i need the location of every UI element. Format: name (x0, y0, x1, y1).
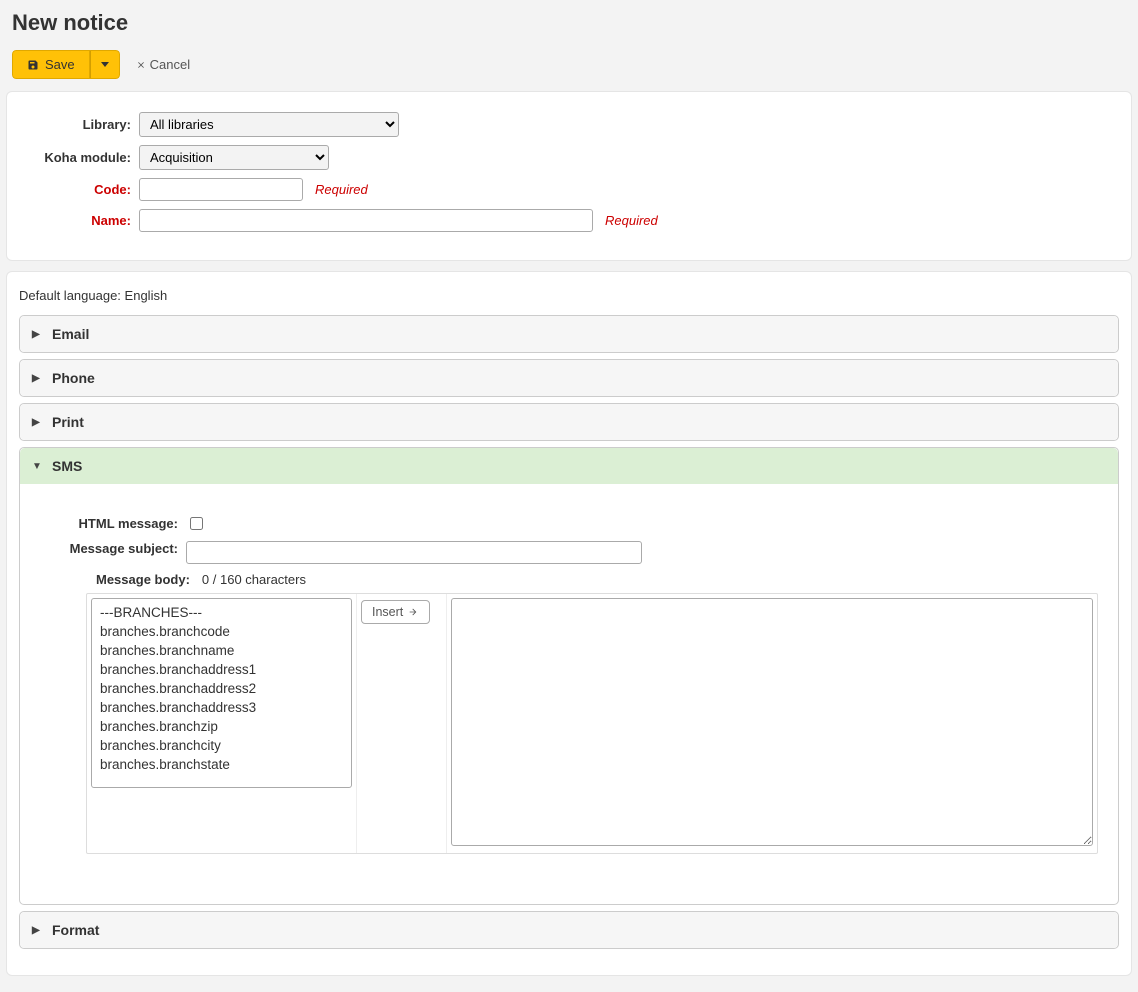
accordion-sms-body: HTML message: Message subject: Message b… (20, 484, 1118, 904)
save-icon (27, 59, 39, 71)
accordion-phone-header[interactable]: ▶ Phone (20, 360, 1118, 396)
insert-cell: Insert (357, 594, 447, 853)
default-language-value: English (125, 288, 168, 303)
caret-down-icon: ▼ (32, 461, 42, 472)
default-language-label: Default language: (19, 288, 121, 303)
field-list-cell: ---BRANCHES---branches.branchcodebranche… (87, 594, 357, 853)
save-button[interactable]: Save (12, 50, 90, 79)
html-message-label: HTML message: (40, 516, 186, 531)
message-body-editor: ---BRANCHES---branches.branchcodebranche… (86, 593, 1098, 854)
insert-button[interactable]: Insert (361, 600, 430, 624)
caret-right-icon: ▶ (32, 373, 42, 384)
save-button-label: Save (45, 57, 75, 72)
save-button-group: Save (12, 50, 120, 79)
field-option[interactable]: ---BRANCHES--- (96, 603, 347, 622)
message-body-header: Message body: 0 / 160 characters (40, 572, 1098, 587)
page-title: New notice (12, 10, 1132, 36)
field-option[interactable]: branches.branchaddress2 (96, 679, 347, 698)
accordion-print-header[interactable]: ▶ Print (20, 404, 1118, 440)
field-option[interactable]: branches.branchzip (96, 717, 347, 736)
accordion-email: ▶ Email (19, 315, 1119, 353)
cancel-button[interactable]: Cancel (130, 56, 196, 73)
library-label: Library: (27, 117, 139, 132)
name-required-hint: Required (605, 213, 658, 228)
name-input[interactable] (139, 209, 593, 232)
message-subject-input[interactable] (186, 541, 642, 564)
save-dropdown-toggle[interactable] (90, 50, 120, 79)
accordion-format-header[interactable]: ▶ Format (20, 912, 1118, 948)
code-input[interactable] (139, 178, 303, 201)
accordion-sms-title: SMS (52, 458, 82, 474)
message-body-counter: 0 / 160 characters (202, 572, 306, 587)
caret-right-icon: ▶ (32, 329, 42, 340)
module-label: Koha module: (27, 150, 139, 165)
caret-right-icon: ▶ (32, 925, 42, 936)
code-label: Code: (27, 182, 139, 197)
field-option[interactable]: branches.branchcode (96, 622, 347, 641)
accordion-sms: ▼ SMS HTML message: Message subject: Mes… (19, 447, 1119, 905)
accordion-email-header[interactable]: ▶ Email (20, 316, 1118, 352)
accordion-email-title: Email (52, 326, 89, 342)
message-body-textarea[interactable] (451, 598, 1093, 846)
insert-button-label: Insert (372, 605, 403, 619)
close-icon (136, 60, 146, 70)
arrow-right-icon (407, 607, 419, 617)
html-message-checkbox[interactable] (190, 517, 203, 530)
field-option[interactable]: branches.branchcity (96, 736, 347, 755)
field-option[interactable]: branches.branchaddress3 (96, 698, 347, 717)
accordion-format-title: Format (52, 922, 99, 938)
accordion-phone: ▶ Phone (19, 359, 1119, 397)
toolbar: Save Cancel (12, 50, 1132, 79)
accordion-print: ▶ Print (19, 403, 1119, 441)
caret-down-icon (101, 62, 109, 67)
module-select[interactable]: Acquisition (139, 145, 329, 170)
caret-right-icon: ▶ (32, 417, 42, 428)
field-option[interactable]: branches.branchstate (96, 755, 347, 774)
field-option[interactable]: branches.branchname (96, 641, 347, 660)
message-body-label: Message body: (96, 572, 190, 587)
accordion-phone-title: Phone (52, 370, 95, 386)
notice-main-panel: Library: All libraries Koha module: Acqu… (6, 91, 1132, 261)
notice-content-panel: Default language: English ▶ Email ▶ Phon… (6, 271, 1132, 976)
message-subject-label: Message subject: (40, 541, 186, 558)
field-listbox[interactable]: ---BRANCHES---branches.branchcodebranche… (91, 598, 352, 788)
cancel-button-label: Cancel (150, 57, 190, 72)
field-option[interactable]: branches.branchaddress1 (96, 660, 347, 679)
accordion-format: ▶ Format (19, 911, 1119, 949)
accordion-sms-header[interactable]: ▼ SMS (20, 448, 1118, 484)
accordion-print-title: Print (52, 414, 84, 430)
library-select[interactable]: All libraries (139, 112, 399, 137)
default-language: Default language: English (19, 288, 1119, 303)
code-required-hint: Required (315, 182, 368, 197)
body-textarea-cell (447, 594, 1097, 853)
name-label: Name: (27, 213, 139, 228)
